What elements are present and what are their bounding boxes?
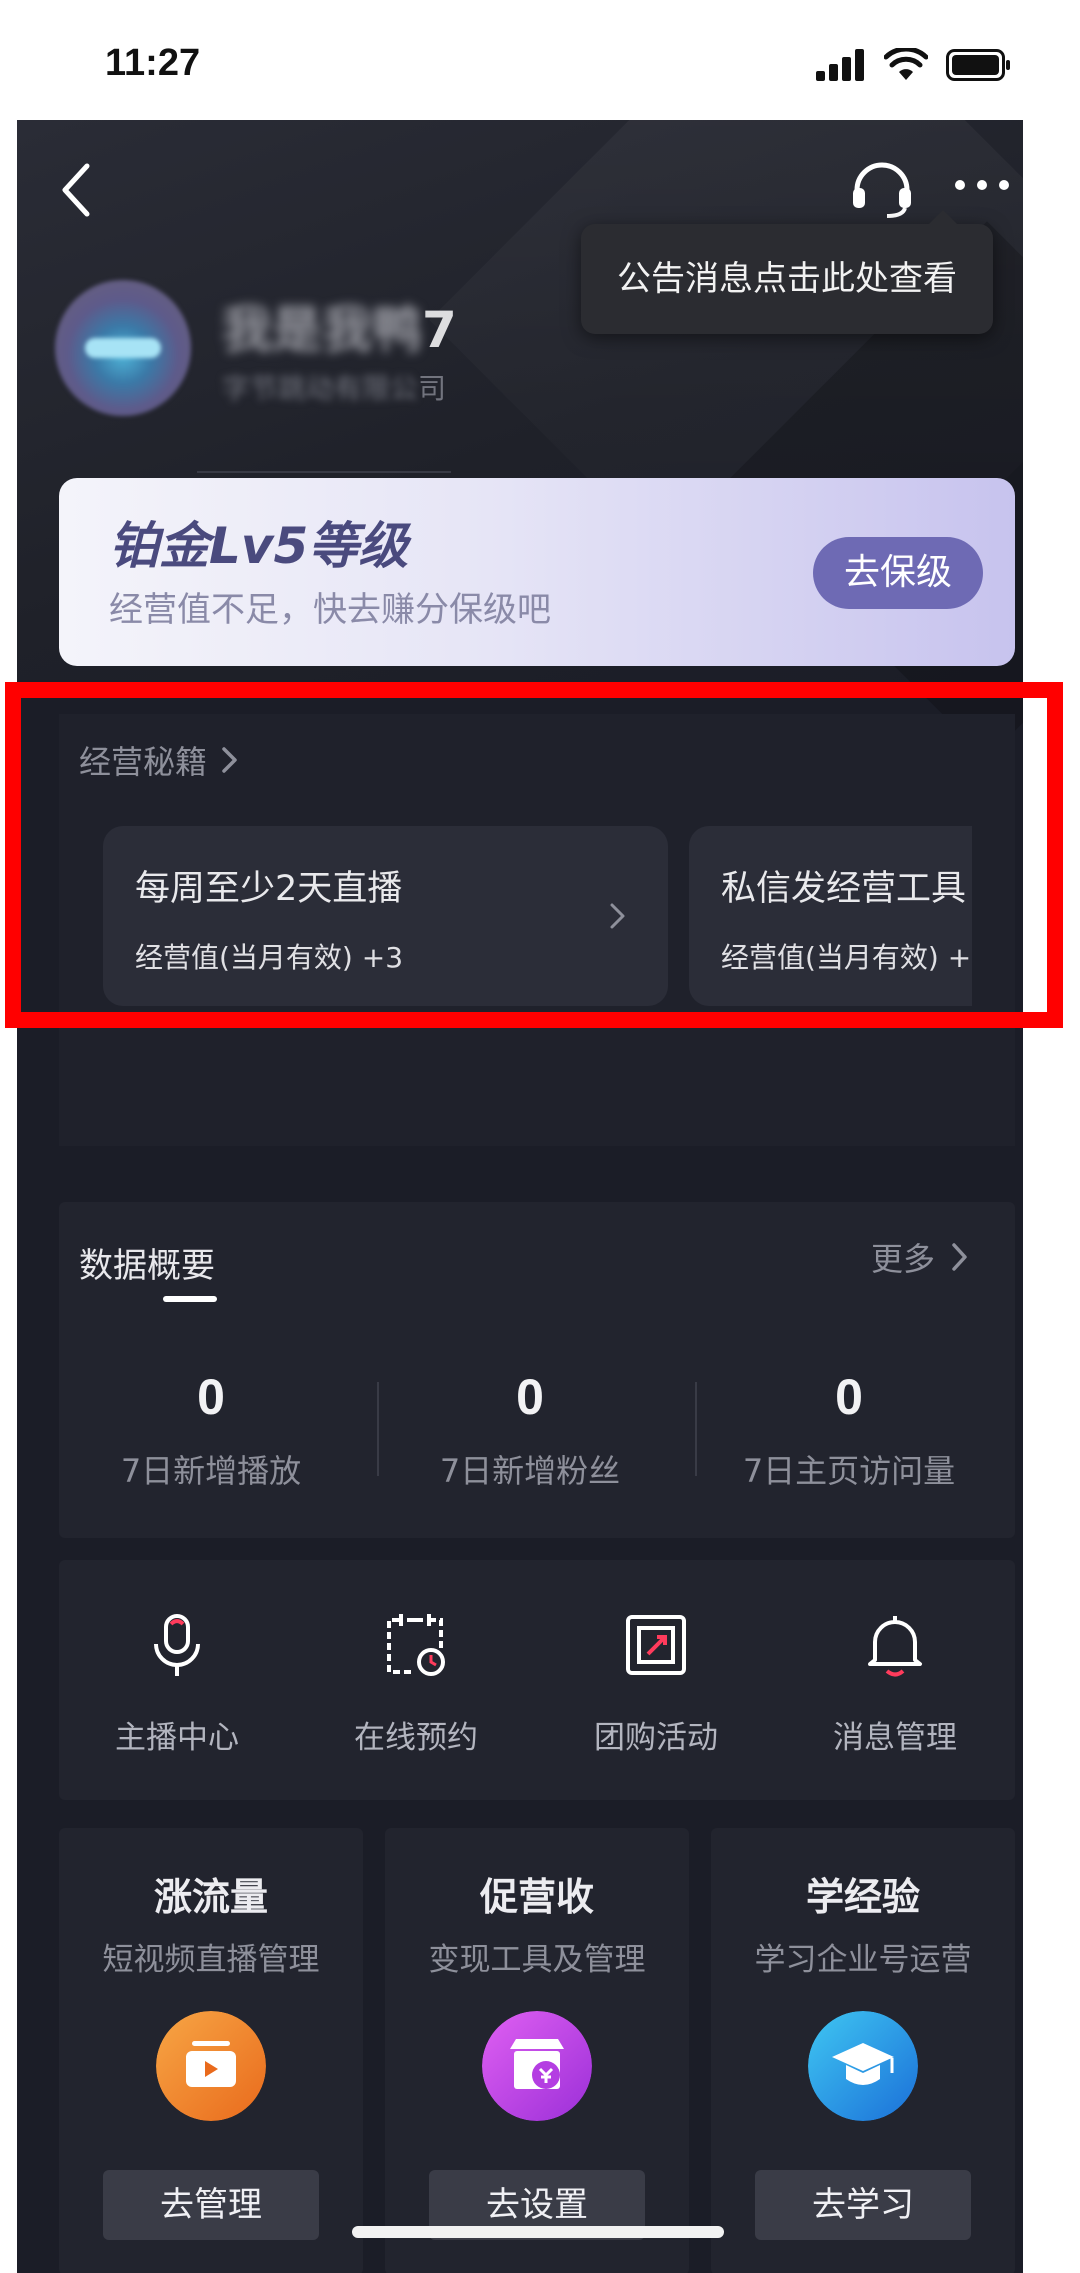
manage-button[interactable]: 去管理 — [103, 2170, 319, 2240]
coupon-icon — [626, 1615, 686, 1675]
user-name: 我是我鸭7 — [222, 290, 457, 362]
avatar[interactable] — [55, 280, 191, 416]
tool-label: 消息管理 — [833, 1720, 957, 1756]
highlight-box — [5, 682, 1063, 1028]
status-time: 11:27 — [105, 42, 201, 84]
microphone-icon — [154, 1614, 200, 1676]
stat-value: 0 — [197, 1369, 225, 1425]
status-icons — [816, 48, 1012, 82]
stat-new-fans[interactable]: 0 7日新增粉丝 — [370, 1368, 690, 1492]
tooltip-text: 公告消息点击此处查看 — [617, 259, 957, 299]
app-screen: 公告消息点击此处查看 我是我鸭7 字节跳动有限公司 铂金Lv5等级 经营值不足，… — [17, 120, 1023, 2273]
user-name-suffix: 7 — [422, 301, 457, 359]
back-arrow-icon[interactable] — [57, 160, 97, 220]
more-dots-icon[interactable] — [952, 175, 1012, 195]
stat-label: 7日主页访问量 — [742, 1452, 956, 1490]
level-subtitle: 经营值不足，快去赚分保级吧 — [109, 590, 551, 630]
home-indicator[interactable] — [352, 2226, 724, 2238]
stat-value: 0 — [516, 1369, 544, 1425]
calendar-clock-icon — [387, 1614, 445, 1676]
feature-card-learn[interactable]: 学经验 学习企业号运营 去学习 — [711, 1828, 1015, 2273]
tool-label: 主播中心 — [115, 1720, 239, 1756]
more-label: 更多 — [871, 1240, 936, 1278]
level-card[interactable]: 铂金Lv5等级 经营值不足，快去赚分保级吧 去保级 — [59, 478, 1015, 666]
keep-level-button[interactable]: 去保级 — [813, 537, 983, 609]
data-tab-indicator — [163, 1296, 217, 1302]
feature-subtitle: 学习企业号运营 — [754, 1942, 972, 1978]
tool-message-management[interactable]: 消息管理 — [775, 1610, 1015, 1757]
feature-title: 学经验 — [805, 1875, 920, 1919]
data-more-link[interactable]: 更多 — [871, 1234, 969, 1280]
stat-new-plays[interactable]: 0 7日新增播放 — [51, 1368, 371, 1492]
video-play-icon — [156, 2011, 266, 2121]
battery-icon — [946, 49, 1010, 81]
tool-label: 在线预约 — [354, 1720, 478, 1756]
announcement-tooltip[interactable]: 公告消息点击此处查看 — [581, 210, 993, 334]
company-name: 字节跳动有限公司 — [222, 367, 446, 407]
feature-card-traffic[interactable]: 涨流量 短视频直播管理 去管理 — [59, 1828, 363, 2273]
feature-subtitle: 变现工具及管理 — [428, 1942, 646, 1978]
stat-page-visits[interactable]: 0 7日主页访问量 — [689, 1368, 1009, 1492]
tool-label: 团购活动 — [594, 1720, 718, 1756]
tool-anchor-center[interactable]: 主播中心 — [57, 1610, 297, 1757]
feature-title: 涨流量 — [153, 1875, 268, 1919]
status-bar: 11:27 — [0, 0, 1080, 120]
bell-icon — [868, 1616, 922, 1677]
signal-icon — [816, 49, 864, 81]
stat-label: 7日新增播放 — [120, 1452, 302, 1490]
data-overview-title[interactable]: 数据概要 — [79, 1238, 215, 1287]
store-icon — [482, 2011, 592, 2121]
company-name-blurred: 字节跳动有限公 — [222, 372, 419, 405]
company-name-suffix: 司 — [418, 372, 447, 405]
tool-group-buy[interactable]: 团购活动 — [536, 1610, 776, 1757]
feature-title: 促营收 — [479, 1875, 594, 1919]
user-name-blurred: 我是我鸭 — [222, 301, 422, 359]
hero-divider — [197, 471, 451, 473]
level-title: 铂金Lv5等级 — [109, 517, 409, 575]
headset-icon[interactable] — [847, 150, 917, 220]
wifi-icon — [884, 48, 928, 80]
stat-label: 7日新增粉丝 — [439, 1452, 621, 1490]
feature-subtitle: 短视频直播管理 — [102, 1942, 320, 1978]
tool-online-booking[interactable]: 在线预约 — [296, 1610, 536, 1757]
graduation-cap-icon — [808, 2011, 918, 2121]
stat-value: 0 — [835, 1369, 863, 1425]
feature-card-revenue[interactable]: 促营收 变现工具及管理 去设置 — [385, 1828, 689, 2273]
learn-button[interactable]: 去学习 — [755, 2170, 971, 2240]
chevron-right-icon — [952, 1243, 967, 1271]
